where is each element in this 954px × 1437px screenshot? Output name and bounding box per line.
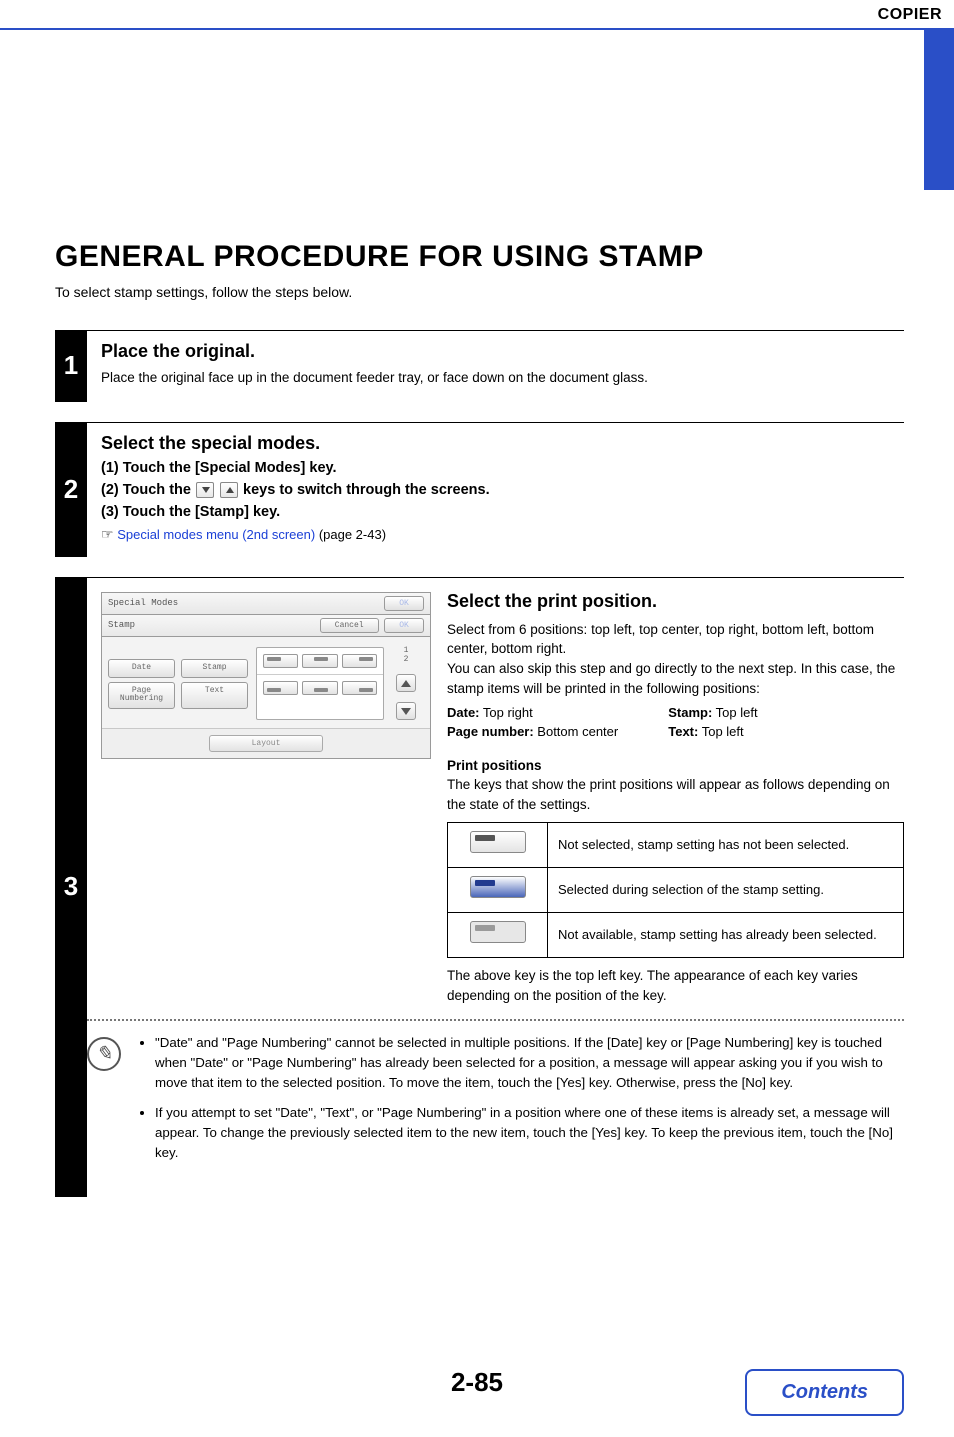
step2-sub2: (2) Touch the keys to switch through the… xyxy=(101,482,894,498)
pos-top-left[interactable] xyxy=(263,654,298,668)
step-number-2: 2 xyxy=(55,422,87,557)
pos-top-right[interactable] xyxy=(342,654,377,668)
mode-text[interactable]: Text xyxy=(181,682,248,710)
layout-button[interactable]: Layout xyxy=(209,735,324,752)
note-icon: ✎ xyxy=(87,1037,121,1071)
step2-sub2a: (2) Touch the xyxy=(101,482,195,498)
down-arrow-key-icon xyxy=(196,482,214,498)
step3-p1: Select from 6 positions: top left, top c… xyxy=(447,620,904,659)
state2-text: Selected during selection of the stamp s… xyxy=(548,868,904,913)
step3-title: Select the print position. xyxy=(447,588,904,614)
step2-sub1: (1) Touch the [Special Modes] key. xyxy=(101,460,894,476)
divider xyxy=(87,1019,904,1021)
def-text-v: Top left xyxy=(698,724,743,739)
step-number-3: 3 xyxy=(55,577,87,1197)
state-after-text: The above key is the top left key. The a… xyxy=(447,966,904,1005)
def-stamp-l: Stamp: xyxy=(668,705,712,720)
state1-text: Not selected, stamp setting has not been… xyxy=(548,823,904,868)
pos-bottom-right[interactable] xyxy=(342,681,377,695)
state-key-selected-icon xyxy=(470,876,526,898)
step2-sub2b: keys to switch through the screens. xyxy=(243,482,490,498)
mode-stamp[interactable]: Stamp xyxy=(181,659,248,678)
state-table: Not selected, stamp setting has not been… xyxy=(447,822,904,958)
state3-text: Not available, stamp setting has already… xyxy=(548,913,904,958)
pos-bottom-left[interactable] xyxy=(263,681,298,695)
scroll-down-button[interactable] xyxy=(396,702,416,720)
contents-button[interactable]: Contents xyxy=(745,1369,904,1416)
def-page-v: Bottom center xyxy=(534,724,619,739)
panel-stamp-label: Stamp xyxy=(108,620,135,630)
panel-cancel[interactable]: Cancel xyxy=(320,618,379,633)
up-arrow-key-icon xyxy=(220,482,238,498)
step1-title: Place the original. xyxy=(101,341,894,362)
scroll-up-button[interactable] xyxy=(396,674,416,692)
def-page-l: Page number: xyxy=(447,724,534,739)
page-title: GENERAL PROCEDURE FOR USING STAMP xyxy=(55,240,904,274)
step-number-1: 1 xyxy=(55,330,87,402)
pos-bottom-center[interactable] xyxy=(302,681,337,695)
step3-p2: You can also skip this step and go direc… xyxy=(447,659,904,698)
def-date-v: Top right xyxy=(480,705,533,720)
pointer-icon: ☞ xyxy=(101,526,114,542)
panel-ok[interactable]: OK xyxy=(384,618,424,633)
state-key-normal-icon xyxy=(470,831,526,853)
def-stamp-v: Top left xyxy=(712,705,757,720)
step2-title: Select the special modes. xyxy=(101,433,894,454)
touchscreen-panel: Special Modes OK Stamp Cancel OK xyxy=(101,592,431,760)
page-indicator: 1 2 xyxy=(404,647,409,665)
def-date-l: Date: xyxy=(447,705,480,720)
print-positions-text: The keys that show the print positions w… xyxy=(447,775,904,814)
mode-page-numbering[interactable]: Page Numbering xyxy=(108,682,175,710)
def-text-l: Text: xyxy=(668,724,698,739)
position-selector xyxy=(256,647,384,721)
section-label: COPIER xyxy=(866,0,954,28)
panel-header: Special Modes xyxy=(108,598,178,608)
mode-date[interactable]: Date xyxy=(108,659,175,678)
intro-text: To select stamp settings, follow the ste… xyxy=(55,284,904,300)
step1-text: Place the original face up in the docume… xyxy=(101,368,894,388)
step2-ref: ☞ Special modes menu (2nd screen) (page … xyxy=(101,526,894,543)
panel-ok-top[interactable]: OK xyxy=(384,596,424,611)
special-modes-link[interactable]: Special modes menu (2nd screen) xyxy=(117,527,315,542)
side-tab xyxy=(924,30,954,190)
note-1: "Date" and "Page Numbering" cannot be se… xyxy=(155,1033,904,1093)
note-2: If you attempt to set "Date", "Text", or… xyxy=(155,1103,904,1163)
ref-page: (page 2-43) xyxy=(319,527,386,542)
state-key-disabled-icon xyxy=(470,921,526,943)
print-positions-heading: Print positions xyxy=(447,758,542,773)
pos-top-center[interactable] xyxy=(302,654,337,668)
step2-sub3: (3) Touch the [Stamp] key. xyxy=(101,504,894,520)
